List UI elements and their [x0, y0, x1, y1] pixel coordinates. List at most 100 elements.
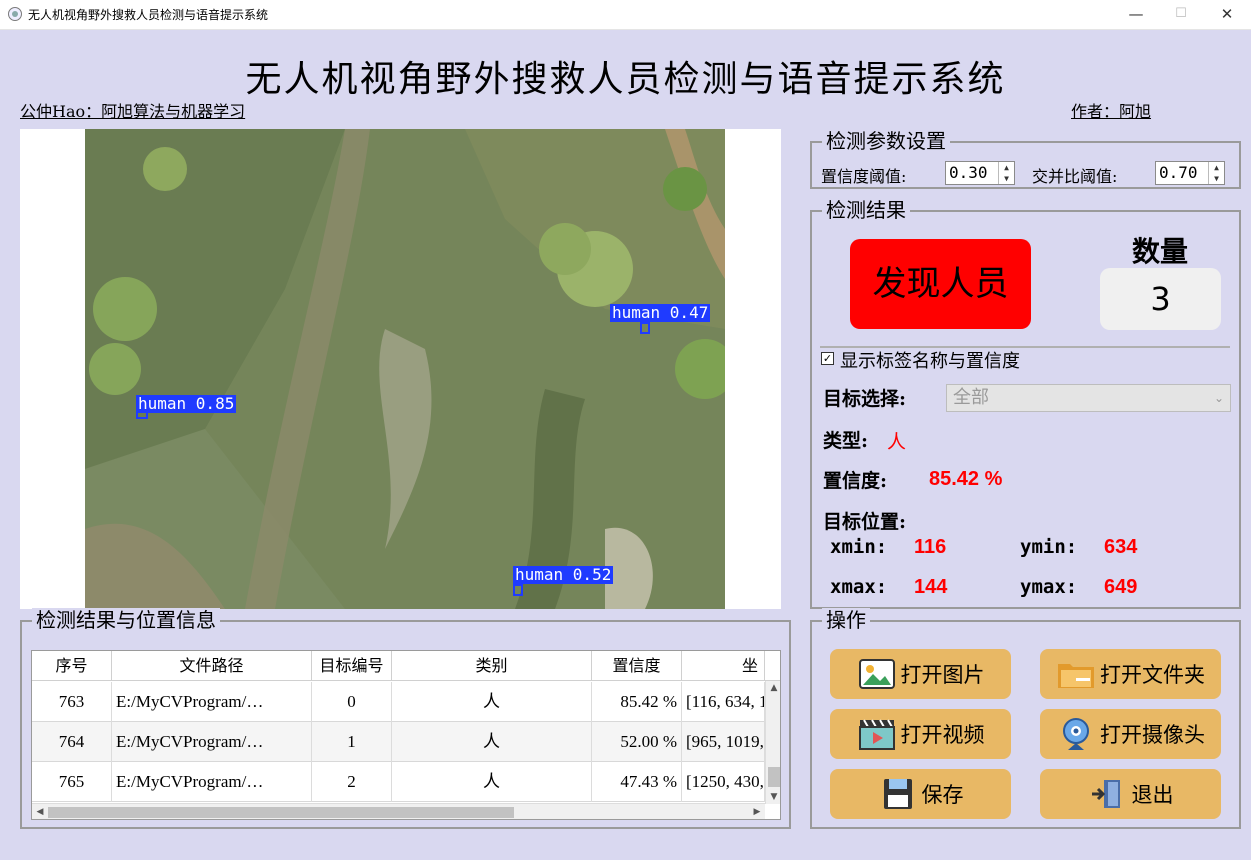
open-folder-label: 打开文件夹 — [1100, 663, 1205, 687]
author-link[interactable]: 作者：阿旭 — [1071, 98, 1151, 122]
spin-arrows-icon[interactable]: ▲ ▼ — [998, 162, 1014, 184]
cell-index: 763 — [32, 682, 112, 722]
count-value: 3 — [1100, 268, 1221, 330]
xmin-value: 116 — [914, 536, 947, 558]
conf-threshold-label: 置信度阈值: — [821, 167, 907, 186]
xmax-label: xmax: — [830, 576, 888, 598]
ymax-value: 649 — [1104, 576, 1138, 598]
xmax-value: 144 — [914, 576, 948, 598]
result-table[interactable]: 序号 文件路径 目标编号 类别 置信度 坐 763 E:/MyCVProgram… — [31, 650, 781, 820]
cell-coords: [1250, 430, — [682, 762, 765, 802]
image-icon — [858, 659, 895, 689]
detection-label: human 0.52 — [513, 565, 614, 584]
iou-threshold-spinbox[interactable]: 0.70 ▲ ▼ — [1155, 161, 1225, 185]
xmin-label: xmin: — [830, 536, 888, 558]
table-row[interactable]: 765 E:/MyCVProgram/… 2 人 47.43 % [1250, … — [32, 762, 765, 802]
table-row[interactable]: 763 E:/MyCVProgram/… 0 人 85.42 % [116, 6… — [32, 682, 765, 722]
app-icon — [8, 7, 22, 21]
iou-threshold-label: 交并比阈值: — [1032, 167, 1118, 186]
column-header[interactable]: 目标编号 — [312, 651, 392, 681]
window-titlebar: 无人机视角野外搜救人员检测与语音提示系统 — ☐ ✕ — [0, 0, 1251, 30]
maximize-button[interactable]: ☐ — [1158, 0, 1204, 30]
exit-door-icon — [1091, 780, 1120, 808]
table-row[interactable]: 764 E:/MyCVProgram/… 1 人 52.00 % [965, 1… — [32, 722, 765, 762]
cell-class: 人 — [392, 682, 592, 722]
image-display: human 0.47 human 0.85 human 0.52 — [20, 129, 781, 609]
show-label-checkbox[interactable]: ✓ — [821, 352, 834, 365]
column-header[interactable]: 类别 — [392, 651, 592, 681]
type-value: 人 — [887, 431, 907, 453]
scroll-up-icon[interactable]: ▲ — [766, 681, 780, 695]
column-header[interactable]: 序号 — [32, 651, 112, 681]
cell-coords: [965, 1019, — [682, 722, 765, 762]
aerial-photo: human 0.47 human 0.85 human 0.52 — [85, 129, 725, 609]
operations-group-title: 操作 — [822, 608, 870, 632]
close-button[interactable]: ✕ — [1204, 0, 1250, 30]
column-header[interactable]: 置信度 — [592, 651, 682, 681]
open-camera-button[interactable]: 打开摄像头 — [1040, 709, 1221, 759]
open-folder-button[interactable]: 打开文件夹 — [1040, 649, 1221, 699]
confidence-value: 85.42 % — [929, 468, 1003, 490]
save-icon — [883, 779, 912, 809]
scroll-thumb[interactable] — [48, 807, 514, 818]
open-video-button[interactable]: 打开视频 — [830, 709, 1011, 759]
detection-box — [640, 322, 650, 334]
detection-box — [513, 584, 523, 596]
iou-threshold-value: 0.70 — [1159, 163, 1198, 182]
ymin-value: 634 — [1104, 536, 1138, 558]
cell-confidence: 85.42 % — [592, 682, 682, 722]
confidence-label: 置信度: — [823, 470, 888, 492]
cell-class: 人 — [392, 762, 592, 802]
show-label-checkbox-label[interactable]: 显示标签名称与置信度 — [840, 347, 1020, 373]
window-title: 无人机视角野外搜救人员检测与语音提示系统 — [28, 8, 269, 22]
result-group-title: 检测结果 — [822, 198, 910, 222]
cell-index: 765 — [32, 762, 112, 802]
table-group-title: 检测结果与位置信息 — [32, 608, 220, 632]
scroll-right-icon[interactable]: ▶ — [749, 804, 765, 819]
target-select[interactable]: 全部 ⌄ — [946, 384, 1231, 412]
cell-class: 人 — [392, 722, 592, 762]
author-channel-link[interactable]: 公仲Hao：阿旭算法与机器学习 — [20, 98, 245, 122]
target-select-value: 全部 — [953, 387, 989, 408]
conf-threshold-spinbox[interactable]: 0.30 ▲ ▼ — [945, 161, 1015, 185]
cell-confidence: 47.43 % — [592, 762, 682, 802]
cell-path: E:/MyCVProgram/… — [112, 722, 312, 762]
open-image-label: 打开图片 — [900, 663, 985, 687]
vertical-scrollbar[interactable]: ▲ ▼ — [765, 681, 780, 804]
horizontal-scrollbar[interactable]: ◀ ▶ — [32, 803, 765, 819]
target-select-label: 目标选择: — [823, 388, 907, 410]
detection-label: human 0.47 — [610, 303, 711, 322]
cell-path: E:/MyCVProgram/… — [112, 762, 312, 802]
conf-threshold-value: 0.30 — [949, 163, 988, 182]
cell-target-id: 0 — [312, 682, 392, 722]
open-camera-label: 打开摄像头 — [1100, 723, 1205, 747]
scroll-thumb[interactable] — [768, 767, 780, 787]
video-icon — [858, 719, 895, 750]
scroll-left-icon[interactable]: ◀ — [32, 804, 48, 819]
found-person-indicator: 发现人员 — [850, 239, 1031, 329]
cell-index: 764 — [32, 722, 112, 762]
cell-target-id: 2 — [312, 762, 392, 802]
minimize-button[interactable]: — — [1113, 0, 1159, 30]
column-header[interactable]: 文件路径 — [112, 651, 312, 681]
spin-arrows-icon[interactable]: ▲ ▼ — [1208, 162, 1224, 184]
table-header: 序号 文件路径 目标编号 类别 置信度 坐 — [32, 651, 780, 681]
cell-confidence: 52.00 % — [592, 722, 682, 762]
exit-button[interactable]: 退出 — [1040, 769, 1221, 819]
open-image-button[interactable]: 打开图片 — [830, 649, 1011, 699]
cell-coords: [116, 634, 1 — [682, 682, 765, 722]
count-title: 数量 — [1131, 235, 1188, 268]
webcam-icon — [1063, 718, 1089, 750]
column-header[interactable]: 坐 — [682, 651, 765, 681]
scroll-down-icon[interactable]: ▼ — [766, 790, 780, 804]
type-label: 类型: — [823, 430, 869, 452]
save-label: 保存 — [921, 783, 964, 807]
page-title: 无人机视角野外搜救人员检测与语音提示系统 — [245, 59, 1006, 100]
detection-label: human 0.85 — [136, 394, 237, 413]
ymax-label: ymax: — [1020, 576, 1078, 598]
folder-icon — [1058, 664, 1094, 688]
save-button[interactable]: 保存 — [830, 769, 1011, 819]
ymin-label: ymin: — [1020, 536, 1078, 558]
target-position-label: 目标位置: — [823, 511, 907, 533]
aerial-photo-drawing — [85, 129, 725, 609]
